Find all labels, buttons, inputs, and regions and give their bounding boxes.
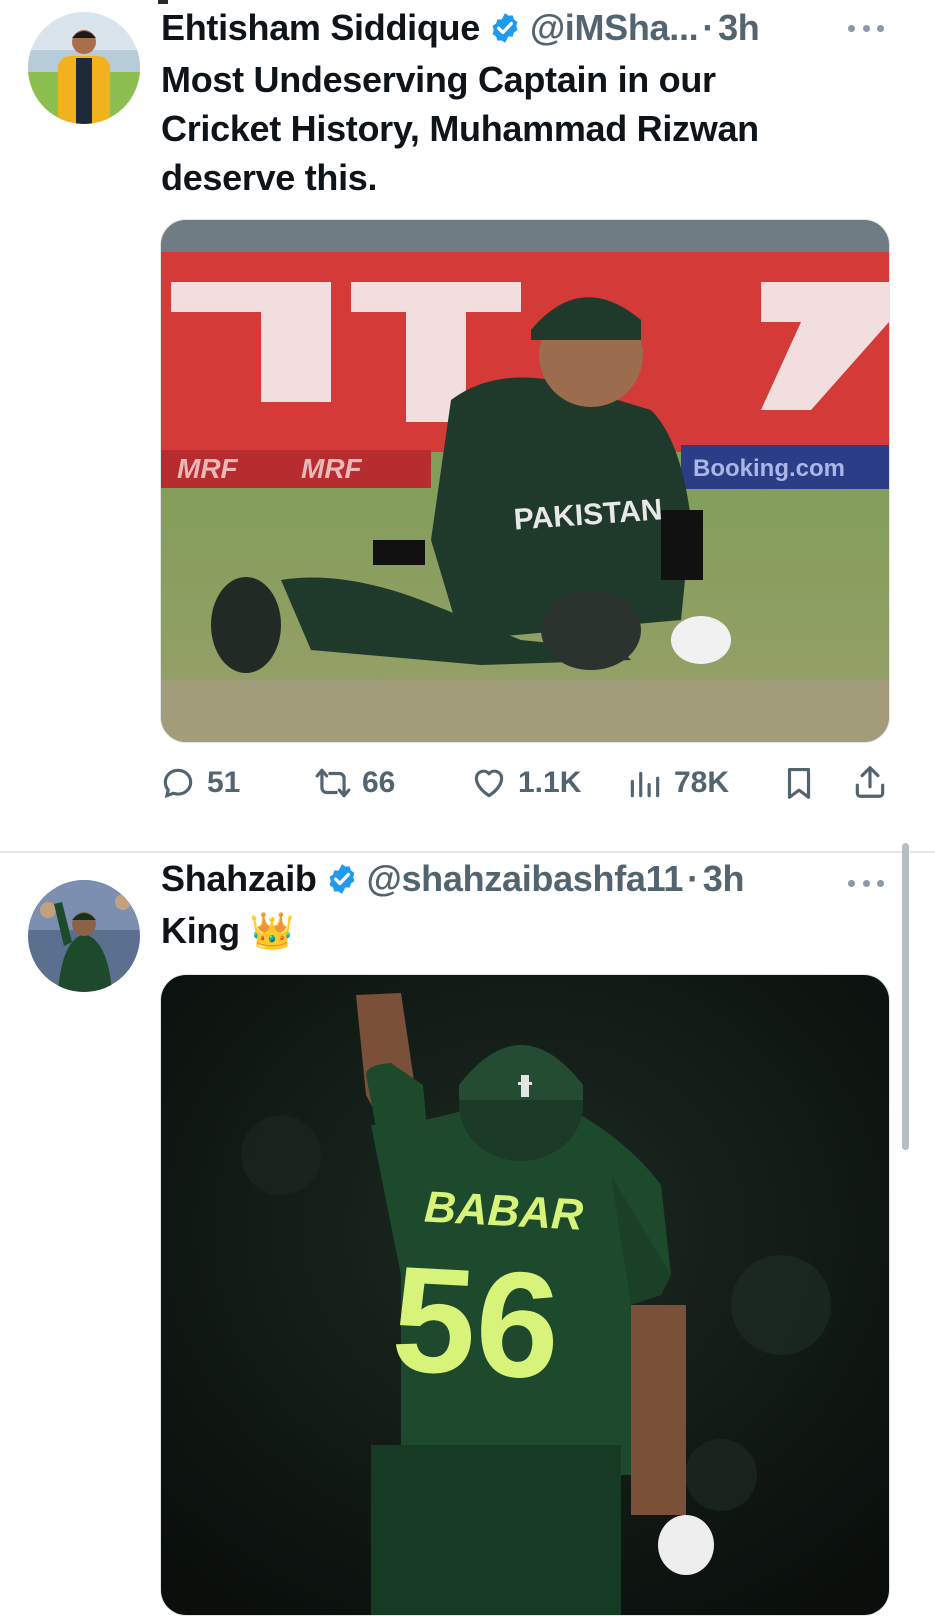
author-handle[interactable]: @iMSha... (530, 7, 699, 49)
tweet-2[interactable]: Shahzaib @shahzaibashfa11 · 3h King 👑 BA… (0, 853, 935, 1616)
more-options-icon[interactable] (848, 877, 884, 889)
verified-badge-icon (492, 13, 518, 43)
bookmark-button[interactable] (780, 764, 818, 802)
more-options-icon[interactable] (848, 22, 884, 34)
reply-button[interactable]: 51 (159, 764, 240, 802)
scrollbar[interactable] (902, 843, 909, 1150)
separator-dot: · (687, 858, 699, 899)
tweet-text: Most Undeserving Captain in our Cricket … (161, 59, 759, 198)
jersey-name-text: BABAR (423, 1183, 584, 1240)
tweet-text: King 👑 (161, 910, 295, 951)
tweet-header: Shahzaib @shahzaibashfa11 · 3h (161, 857, 745, 901)
like-button[interactable]: 1.1K (470, 764, 581, 802)
views-count: 78K (674, 766, 730, 799)
author-name[interactable]: Ehtisham Siddique (161, 7, 480, 49)
bookmark-icon (787, 767, 811, 799)
share-icon (855, 766, 885, 798)
avatar[interactable] (28, 12, 140, 124)
board-text-left: MRF (177, 453, 239, 484)
separator-dot: · (702, 7, 715, 48)
author-handle[interactable]: @shahzaibashfa11 (367, 858, 684, 900)
reply-icon (163, 768, 193, 799)
like-count: 1.1K (518, 766, 582, 799)
tweet-actions: 51 66 1.1K 78K (0, 758, 935, 808)
views-button[interactable]: 78K (626, 764, 729, 802)
repost-count: 66 (362, 766, 396, 799)
tweet-header: Ehtisham Siddique @iMSha... · 3h (161, 6, 760, 50)
tweet-image[interactable]: MRF MRF Booking.com PAKISTAN (160, 219, 890, 743)
jersey-number-text: 56 (388, 1234, 563, 1411)
board-text-left-2: MRF (301, 453, 363, 484)
heart-icon (474, 769, 504, 798)
views-chart-icon (630, 771, 660, 798)
tweet-1[interactable]: Ehtisham Siddique @iMSha... · 3h Most Un… (0, 0, 935, 852)
avatar[interactable] (28, 880, 140, 992)
repost-button[interactable]: 66 (314, 764, 395, 802)
author-name[interactable]: Shahzaib (161, 858, 317, 900)
repost-icon (315, 768, 351, 798)
reply-count: 51 (207, 766, 241, 799)
verified-badge-icon (329, 864, 355, 894)
timestamp[interactable]: 3h (703, 858, 745, 900)
timestamp[interactable]: 3h (718, 7, 760, 49)
tweet-image[interactable]: BABAR 56 (160, 974, 890, 1616)
board-text-right: Booking.com (693, 455, 845, 482)
share-button[interactable] (851, 763, 889, 801)
